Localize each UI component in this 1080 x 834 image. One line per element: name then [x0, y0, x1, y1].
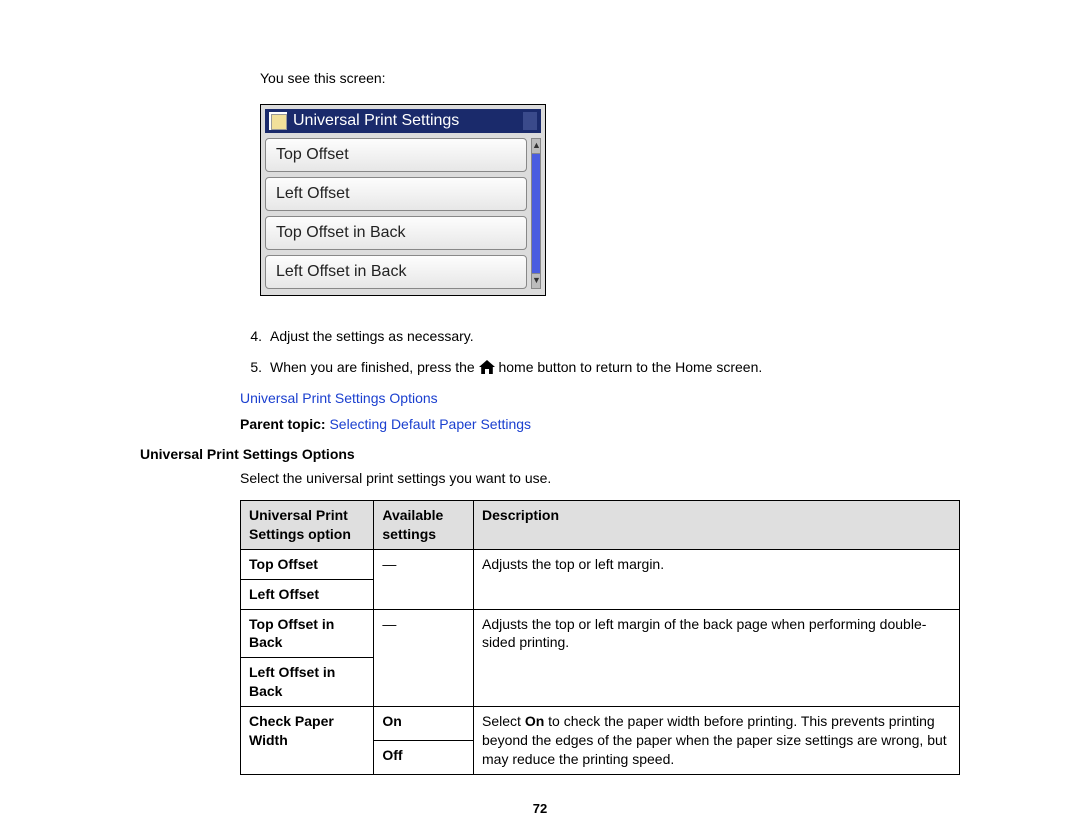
cell-option: Check Paper Width: [241, 707, 374, 775]
cell-option: Left Offset: [241, 579, 374, 609]
device-screenshot: Universal Print Settings Top Offset Left…: [260, 104, 546, 296]
cell-description: Adjusts the top or left margin.: [474, 549, 960, 609]
title-bar-end: [523, 112, 537, 130]
page-number: 72: [0, 801, 1080, 816]
table-header-row: Universal Print Settings option Availabl…: [241, 501, 960, 550]
cell-description: Select On to check the paper width befor…: [474, 707, 960, 775]
step-number: 4.: [240, 326, 262, 347]
settings-table: Universal Print Settings option Availabl…: [240, 500, 960, 775]
parent-topic-label: Parent topic:: [240, 416, 329, 432]
table-row: Top Offset — Adjusts the top or left mar…: [241, 549, 960, 579]
menu-item-top-offset-back[interactable]: Top Offset in Back: [265, 216, 527, 250]
scrollbar[interactable]: ▲ ▼: [531, 138, 541, 289]
step-5: 5. When you are finished, press the home…: [240, 357, 980, 380]
cell-option: Left Offset in Back: [241, 658, 374, 707]
menu-item-left-offset[interactable]: Left Offset: [265, 177, 527, 211]
step-number: 5.: [240, 357, 262, 380]
universal-print-settings-options-link[interactable]: Universal Print Settings Options: [240, 390, 438, 406]
table-row: Top Offset in Back — Adjusts the top or …: [241, 609, 960, 658]
desc-bold: On: [525, 713, 544, 729]
settings-icon: [269, 112, 287, 130]
step-text: When you are finished, press the home bu…: [270, 357, 980, 380]
parent-topic: Parent topic: Selecting Default Paper Se…: [240, 416, 980, 432]
menu-item-left-offset-back[interactable]: Left Offset in Back: [265, 255, 527, 289]
cell-available: —: [374, 609, 474, 707]
section-intro: Select the universal print settings you …: [240, 470, 980, 486]
device-title-text: Universal Print Settings: [293, 112, 523, 130]
cell-description: Adjusts the top or left margin of the ba…: [474, 609, 960, 707]
cell-available: —: [374, 549, 474, 609]
device-menu-list: Top Offset Left Offset Top Offset in Bac…: [265, 138, 527, 289]
cell-available: On: [374, 707, 474, 741]
table-row: Check Paper Width On Select On to check …: [241, 707, 960, 741]
desc-after: to check the paper width before printing…: [482, 713, 947, 767]
cell-available: Off: [374, 740, 474, 774]
scroll-down-icon[interactable]: ▼: [531, 273, 541, 289]
scroll-track[interactable]: [531, 154, 541, 273]
col-available: Available settings: [374, 501, 474, 550]
step-text-before: When you are finished, press the: [270, 359, 479, 375]
scroll-up-icon[interactable]: ▲: [531, 138, 541, 154]
link-row: Universal Print Settings Options: [240, 390, 980, 406]
col-option: Universal Print Settings option: [241, 501, 374, 550]
step-text-after: home button to return to the Home screen…: [498, 359, 762, 375]
step-text: Adjust the settings as necessary.: [270, 326, 980, 347]
intro-text: You see this screen:: [260, 70, 980, 86]
device-title-bar: Universal Print Settings: [265, 109, 541, 133]
document-page: You see this screen: Universal Print Set…: [0, 0, 1080, 834]
device-menu: Top Offset Left Offset Top Offset in Bac…: [265, 138, 541, 289]
parent-topic-link[interactable]: Selecting Default Paper Settings: [329, 416, 531, 432]
menu-item-top-offset[interactable]: Top Offset: [265, 138, 527, 172]
step-4: 4. Adjust the settings as necessary.: [240, 326, 980, 347]
section-heading: Universal Print Settings Options: [140, 446, 980, 462]
cell-option: Top Offset: [241, 549, 374, 579]
home-icon: [479, 359, 495, 380]
cell-option: Top Offset in Back: [241, 609, 374, 658]
col-description: Description: [474, 501, 960, 550]
desc-before: Select: [482, 713, 525, 729]
